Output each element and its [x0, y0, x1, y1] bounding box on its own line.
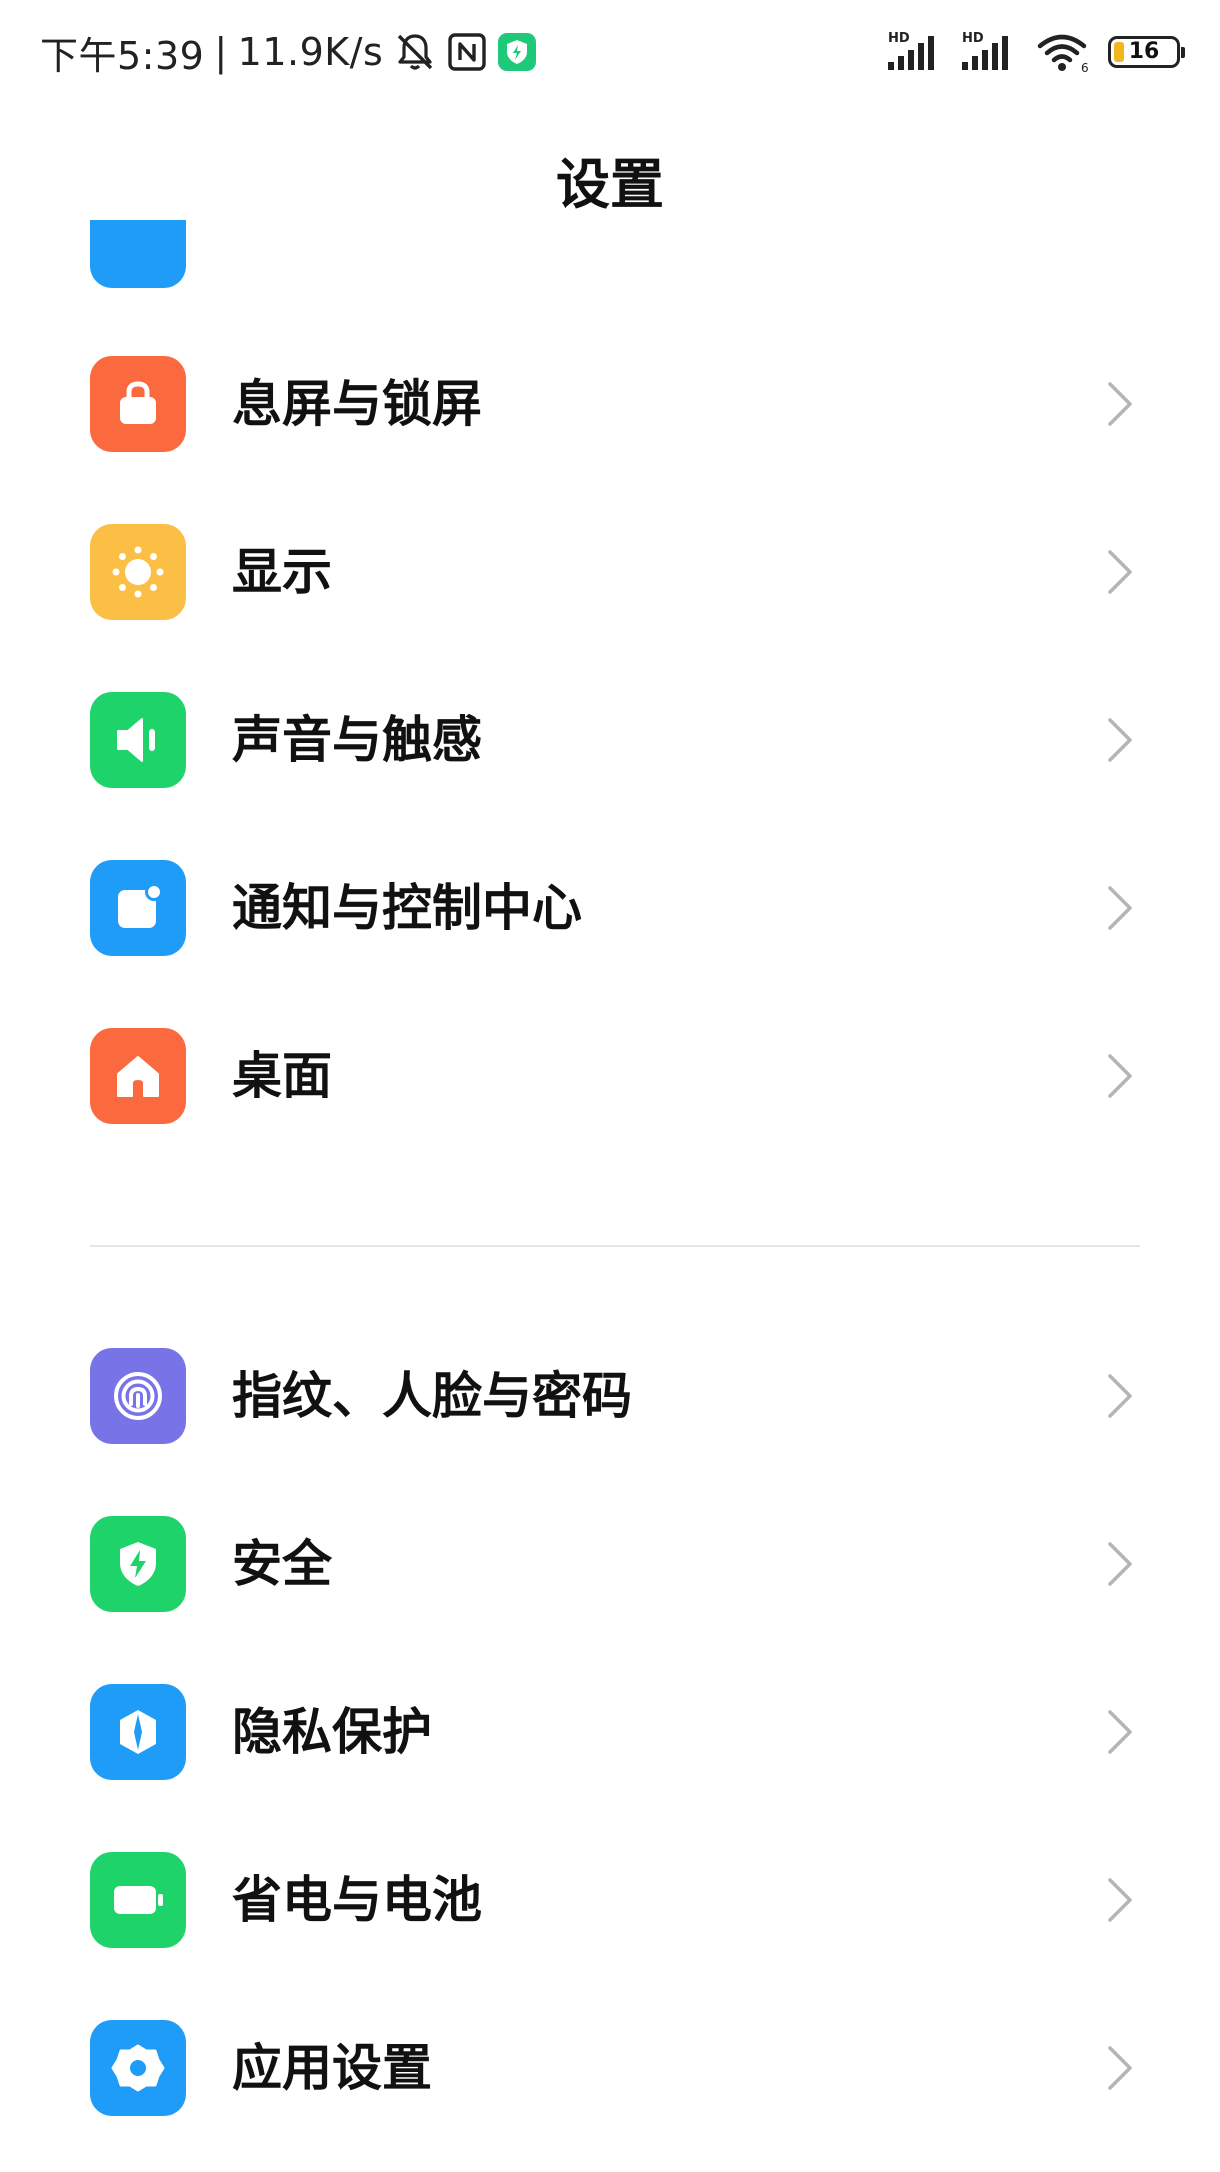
- mute-icon: [393, 30, 437, 74]
- chevron-right-icon: [1108, 1542, 1132, 1586]
- security-shield-icon: [90, 1516, 186, 1612]
- page-title: 设置: [556, 153, 664, 216]
- wifi-icon: 6: [1036, 30, 1092, 74]
- settings-item-label: 指纹、人脸与密码: [232, 1367, 632, 1425]
- battery-level: 16: [1128, 39, 1160, 64]
- signal-hd-icon: HD: [888, 30, 946, 74]
- notification-icon: [90, 860, 186, 956]
- chevron-right-icon: [1108, 886, 1132, 930]
- partial-item-icon[interactable]: [90, 220, 186, 288]
- nfc-icon: [447, 32, 487, 72]
- settings-item-app-settings[interactable]: 应用设置: [0, 1984, 1220, 2152]
- settings-item-label: 息屏与锁屏: [232, 375, 482, 433]
- settings-item-label: 应用设置: [232, 2039, 432, 2097]
- settings-item-lock-screen[interactable]: 息屏与锁屏: [0, 320, 1220, 488]
- home-icon: [90, 1028, 186, 1124]
- settings-item-sound[interactable]: 声音与触感: [0, 656, 1220, 824]
- status-bar-right: HD HD 6 16: [888, 26, 1185, 78]
- chevron-right-icon: [1108, 550, 1132, 594]
- settings-item-fingerprint[interactable]: 指纹、人脸与密码: [0, 1312, 1220, 1480]
- privacy-icon: [90, 1684, 186, 1780]
- settings-item-battery[interactable]: 省电与电池: [0, 1816, 1220, 1984]
- svg-text:HD: HD: [962, 31, 984, 46]
- battery-icon: 16: [1108, 36, 1185, 68]
- status-bar: 下午5:39 | 11.9K/s HD HD 6 16: [0, 0, 1220, 110]
- settings-item-label: 声音与触感: [232, 711, 482, 769]
- status-bar-left: 下午5:39 | 11.9K/s: [40, 26, 537, 78]
- shield-app-icon: [497, 32, 537, 72]
- battery-saver-icon: [90, 1852, 186, 1948]
- section-divider: [90, 1245, 1140, 1247]
- settings-item-security[interactable]: 安全: [0, 1480, 1220, 1648]
- status-time: 下午5:39: [40, 33, 205, 78]
- settings-item-home-screen[interactable]: 桌面: [0, 992, 1220, 1160]
- chevron-right-icon: [1108, 1054, 1132, 1098]
- fingerprint-icon: [90, 1348, 186, 1444]
- app-settings-gear-icon: [90, 2020, 186, 2116]
- chevron-right-icon: [1108, 382, 1132, 426]
- sun-icon: [90, 524, 186, 620]
- settings-item-label: 通知与控制中心: [232, 879, 582, 937]
- network-speed: 11.9K/s: [237, 30, 384, 74]
- settings-item-label: 桌面: [232, 1047, 332, 1105]
- chevron-right-icon: [1108, 1878, 1132, 1922]
- settings-item-label: 安全: [232, 1535, 332, 1593]
- chevron-right-icon: [1108, 718, 1132, 762]
- settings-item-label: 显示: [232, 543, 332, 601]
- chevron-right-icon: [1108, 1374, 1132, 1418]
- chevron-right-icon: [1108, 2046, 1132, 2090]
- settings-item-label: 隐私保护: [232, 1703, 432, 1761]
- svg-text:6: 6: [1081, 61, 1089, 74]
- settings-item-display[interactable]: 显示: [0, 488, 1220, 656]
- status-separator: |: [214, 30, 228, 74]
- lock-icon: [90, 356, 186, 452]
- settings-item-label: 省电与电池: [232, 1871, 482, 1929]
- speaker-icon: [90, 692, 186, 788]
- settings-item-privacy[interactable]: 隐私保护: [0, 1648, 1220, 1816]
- settings-item-notifications[interactable]: 通知与控制中心: [0, 824, 1220, 992]
- svg-text:HD: HD: [888, 31, 910, 46]
- signal-hd-icon: HD: [962, 30, 1020, 74]
- chevron-right-icon: [1108, 1710, 1132, 1754]
